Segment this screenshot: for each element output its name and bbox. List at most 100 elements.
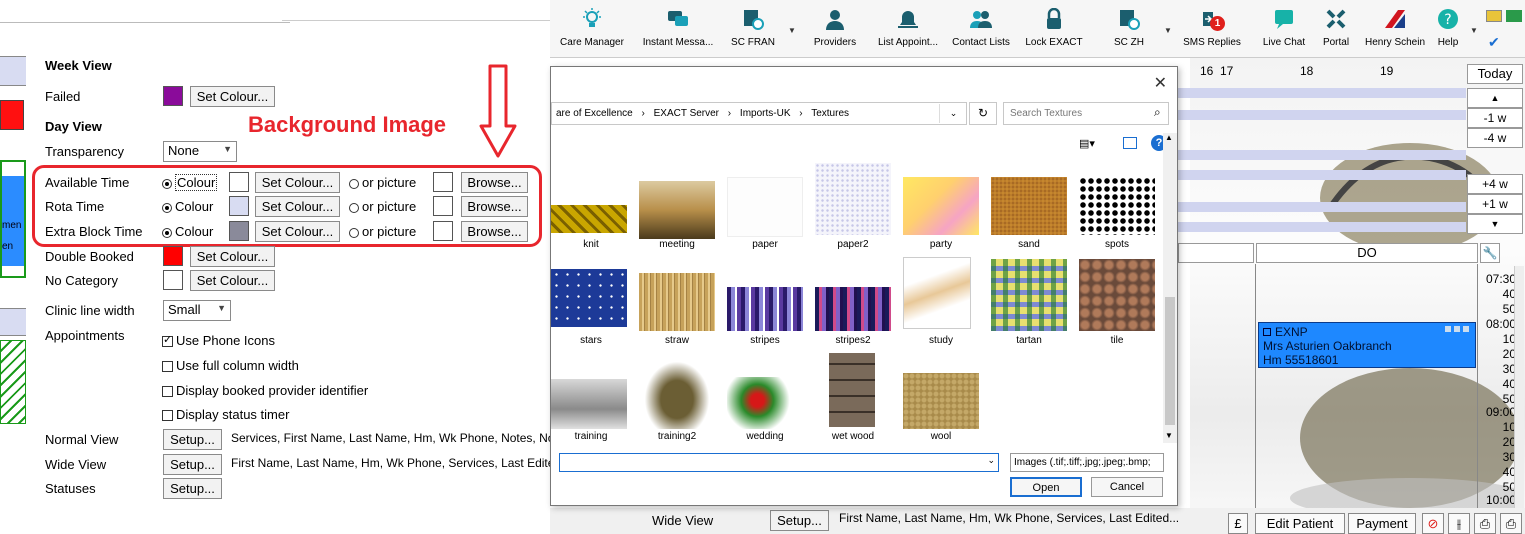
toolbar-live-chat[interactable]: Live Chat [1260,8,1308,48]
texture-thumb-straw[interactable] [639,273,715,331]
texture-thumb-sand[interactable] [991,177,1067,235]
texture-thumb-spots[interactable] [1079,177,1155,235]
payment-button[interactable]: Payment [1348,513,1416,534]
texture-thumb-wool[interactable] [903,373,979,429]
sync-icon[interactable] [1506,10,1522,22]
scroll-up-icon[interactable]: ▲ [1467,88,1523,108]
statuses-setup-button[interactable]: Setup... [163,478,222,499]
plus-1-week-button[interactable]: +1 w [1467,194,1523,214]
chevron-down-icon[interactable]: ⌄ [987,455,995,466]
wrench-icon[interactable]: 🔧 [1480,243,1500,263]
plus-4-week-button[interactable]: +4 w [1467,174,1523,194]
address-breadcrumb[interactable]: are of Excellence › EXACT Server › Impor… [551,102,967,125]
texture-thumb-stars[interactable] [551,269,627,327]
texture-label[interactable]: spots [1077,239,1157,250]
texture-thumb-wedding[interactable] [727,377,803,429]
close-icon[interactable]: ✕ [1154,73,1167,93]
scroll-thumb[interactable] [1165,297,1175,425]
toolbar-sc-zh[interactable]: SC ZH [1110,8,1148,48]
toolbar-portal[interactable]: Portal [1316,8,1356,48]
texture-label[interactable]: party [901,239,981,250]
texture-label[interactable]: paper [725,239,805,250]
preview-pane-icon[interactable] [1123,137,1137,149]
display-provider-identifier-checkbox[interactable]: Display booked provider identifier [162,383,368,398]
use-full-column-width-checkbox[interactable]: Use full column width [162,358,299,373]
texture-label[interactable]: training [551,431,631,442]
split-icon[interactable]: ⫲ [1448,513,1470,534]
texture-thumb-party[interactable] [903,177,979,235]
transparency-select[interactable]: None ▼ [163,141,237,162]
texture-label[interactable]: stripes2 [813,335,893,346]
today-button[interactable]: Today [1467,64,1523,84]
texture-label[interactable]: stripes [725,335,805,346]
texture-label[interactable]: knit [551,239,631,250]
view-options-icon[interactable]: ▤▾ [1079,137,1099,151]
toolbar-instant-messages[interactable]: Instant Messa... [642,8,714,48]
open-button[interactable]: Open [1010,477,1082,497]
print-icon[interactable]: ⎙ [1474,513,1496,534]
wide-view-setup-button[interactable]: Setup... [163,454,222,475]
toolbar-henry-schein[interactable]: Henry Schein [1364,8,1426,48]
search-textures-input[interactable]: Search Textures [1003,102,1169,125]
texture-thumb-meeting[interactable] [639,181,715,239]
thumbnail-scrollbar[interactable]: ▲ ▼ [1163,133,1177,443]
sc-zh-dropdown-icon[interactable]: ▼ [1164,26,1172,35]
scroll-down-icon[interactable]: ▼ [1467,214,1523,234]
breadcrumb-item[interactable]: Imports-UK [740,108,791,119]
texture-label[interactable]: training2 [637,431,717,442]
cancel-button[interactable]: Cancel [1091,477,1163,497]
texture-label[interactable]: wedding [725,431,805,442]
texture-thumb-paper2[interactable] [815,163,891,235]
texture-label[interactable]: wool [901,431,981,442]
toolbar-list-appointments[interactable]: List Appoint... [876,8,940,48]
texture-thumb-stripes[interactable] [727,287,803,331]
toolbar-help[interactable]: ? Help [1432,8,1464,48]
texture-label[interactable]: tile [1077,335,1157,346]
texture-thumb-tile[interactable] [1079,259,1155,331]
toolbar-providers[interactable]: Providers [810,8,860,48]
texture-thumb-wet-wood[interactable] [829,353,875,427]
texture-thumb-stripes2[interactable] [815,287,891,331]
double-booked-set-colour-button[interactable]: Set Colour... [190,246,275,267]
display-status-timer-checkbox[interactable]: Display status timer [162,407,289,422]
texture-thumb-knit[interactable] [551,205,627,233]
normal-view-setup-button[interactable]: Setup... [163,429,222,450]
use-phone-icons-checkbox[interactable]: Use Phone Icons [162,333,275,348]
texture-thumb-tartan[interactable] [991,259,1067,331]
cancel-appointment-icon[interactable]: ⊘ [1422,513,1444,534]
sc-fran-dropdown-icon[interactable]: ▼ [788,26,796,35]
texture-label[interactable]: straw [637,335,717,346]
texture-label[interactable]: stars [551,335,631,346]
texture-thumb-study[interactable] [903,257,971,329]
texture-label[interactable]: paper2 [813,239,893,250]
edit-patient-button[interactable]: Edit Patient [1255,513,1345,534]
toolbar-lock-exact[interactable]: Lock EXACT [1024,7,1084,48]
help-dropdown-icon[interactable]: ▼ [1470,26,1478,35]
texture-label[interactable]: meeting [637,239,717,250]
toolbar-care-manager[interactable]: Care Manager [560,8,624,48]
texture-label[interactable]: wet wood [813,431,893,442]
refresh-icon[interactable]: ↻ [969,102,997,125]
texture-thumb-paper[interactable] [727,177,803,237]
toolbar-contact-lists[interactable]: Contact Lists [950,8,1012,48]
breadcrumb-item[interactable]: Textures [811,108,849,119]
printer-icon[interactable]: ⎙ [1500,513,1522,534]
pound-button[interactable]: £ [1228,513,1248,534]
texture-label[interactable]: sand [989,239,1069,250]
file-type-select[interactable]: Images (.tif;.tiff;.jpg;.jpeg;.bmp; [1010,453,1164,472]
provider-column-header[interactable]: DO [1256,243,1478,263]
texture-label[interactable]: study [901,335,981,346]
minus-4-week-button[interactable]: -4 w [1467,128,1523,148]
file-name-input[interactable]: ⌄ [559,453,999,472]
minus-1-week-button[interactable]: -1 w [1467,108,1523,128]
appointment-block[interactable]: EXNP Mrs Asturien Oakbranch Hm 55518601 [1258,322,1476,368]
mail-icon[interactable] [1486,10,1502,22]
texture-thumb-training2[interactable] [639,355,715,429]
clinic-line-width-select[interactable]: Small ▼ [163,300,231,321]
address-dropdown-icon[interactable]: ⌄ [939,104,967,123]
breadcrumb-item[interactable]: EXACT Server [654,108,719,119]
no-category-set-colour-button[interactable]: Set Colour... [190,270,275,291]
texture-thumb-training[interactable] [551,379,627,429]
calendar-scrollbar[interactable] [1514,266,1524,508]
toolbar-sc-fran[interactable]: SC FRAN [728,8,778,48]
